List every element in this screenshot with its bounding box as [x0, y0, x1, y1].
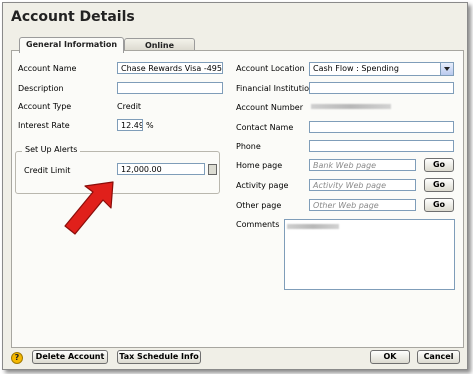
- home-page-label: Home page: [236, 161, 283, 170]
- account-number-label: Account Number: [236, 103, 303, 112]
- other-page-label: Other page: [236, 201, 282, 210]
- account-number-redacted: [311, 104, 391, 109]
- contact-name-field[interactable]: [309, 121, 454, 133]
- activity-page-field[interactable]: Activity Web page: [309, 179, 416, 191]
- interest-rate-unit: %: [146, 121, 154, 130]
- description-field[interactable]: [117, 82, 223, 94]
- red-arrow-icon: [64, 181, 114, 235]
- activity-page-label: Activity page: [236, 181, 289, 190]
- set-up-alerts-label: Set Up Alerts: [22, 145, 81, 154]
- interest-rate-label: Interest Rate: [18, 121, 70, 130]
- other-page-go-button[interactable]: Go: [424, 198, 454, 212]
- help-icon[interactable]: ?: [11, 352, 23, 364]
- home-page-go-button[interactable]: Go: [424, 158, 454, 172]
- calculator-icon[interactable]: [208, 164, 217, 175]
- account-name-field[interactable]: Chase Rewards Visa -4957: [117, 62, 223, 74]
- cancel-button[interactable]: Cancel: [417, 350, 460, 364]
- ok-button[interactable]: OK: [370, 350, 410, 364]
- home-page-field[interactable]: Bank Web page: [309, 159, 416, 171]
- description-label: Description: [18, 84, 64, 93]
- interest-rate-field[interactable]: 12.49: [117, 119, 143, 131]
- tax-schedule-info-button[interactable]: Tax Schedule Info: [117, 350, 201, 364]
- delete-account-button[interactable]: Delete Account: [32, 350, 108, 364]
- account-type-value: Credit: [117, 102, 142, 111]
- activity-page-go-button[interactable]: Go: [424, 178, 454, 192]
- contact-name-label: Contact Name: [236, 123, 294, 132]
- account-location-value: Cash Flow : Spending: [313, 64, 399, 73]
- chevron-down-icon[interactable]: [440, 63, 453, 75]
- comments-redacted: [287, 224, 339, 229]
- account-details-dialog: Account Details General Information Onli…: [2, 2, 468, 370]
- phone-label: Phone: [236, 142, 261, 151]
- comments-field[interactable]: [284, 219, 455, 290]
- financial-institution-field[interactable]: [309, 82, 454, 94]
- dialog-title: Account Details: [11, 9, 135, 25]
- account-location-select[interactable]: Cash Flow : Spending: [309, 62, 454, 76]
- tab-general-information[interactable]: General Information: [19, 37, 125, 53]
- financial-institution-label: Financial Institution: [236, 84, 315, 93]
- phone-field[interactable]: [309, 140, 454, 152]
- comments-label: Comments: [236, 220, 280, 229]
- credit-limit-field[interactable]: 12,000.00: [117, 163, 205, 175]
- account-name-label: Account Name: [18, 64, 77, 73]
- account-type-label: Account Type: [18, 102, 72, 111]
- account-location-label: Account Location: [236, 64, 305, 73]
- credit-limit-label: Credit Limit: [24, 166, 71, 175]
- other-page-field[interactable]: Other Web page: [309, 199, 416, 211]
